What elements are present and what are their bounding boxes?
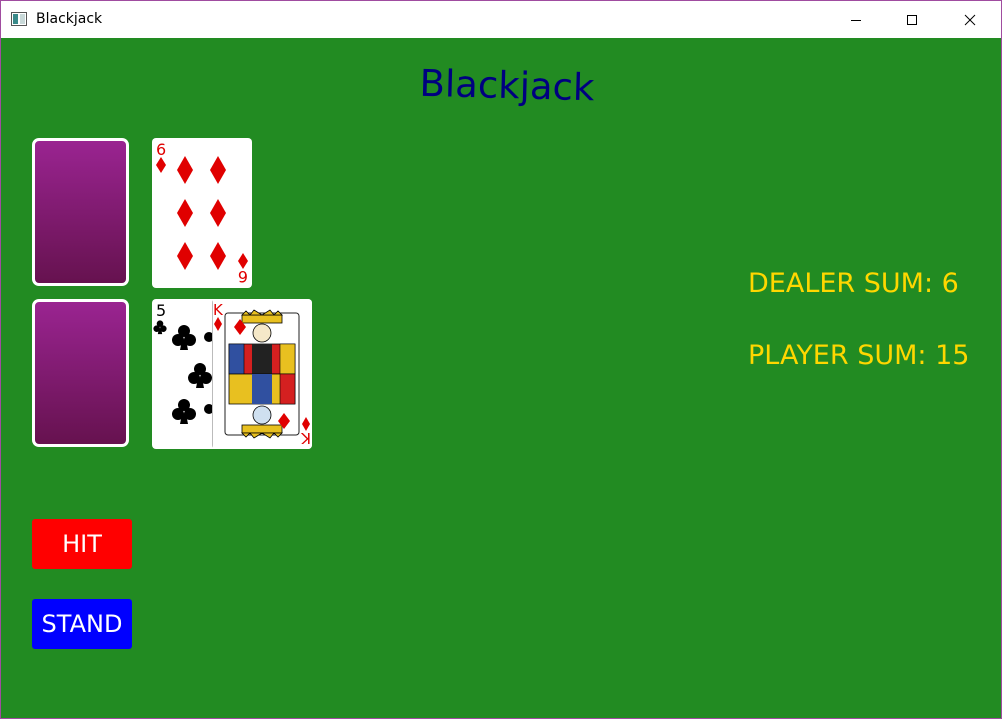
player-sum: PLAYER SUM: 15	[748, 340, 970, 371]
hit-button[interactable]: HIT	[32, 519, 132, 569]
stand-button[interactable]: STAND	[32, 599, 132, 649]
close-button[interactable]	[947, 1, 993, 38]
diamond-suit-icon: 6 6	[156, 140, 248, 286]
svg-text:6: 6	[156, 140, 166, 159]
game-table: Blackjack 6 6 5 K K DEALER SUM: 6 PLAYER…	[1, 38, 1001, 718]
dealer-card-six-of-diamonds: 6 6	[152, 138, 252, 288]
title-bar[interactable]: Blackjack	[1, 1, 1001, 38]
close-icon	[964, 14, 976, 25]
svg-text:5: 5	[156, 301, 166, 320]
svg-text:6: 6	[238, 267, 248, 286]
app-icon	[11, 12, 27, 26]
king-face-icon: K K	[212, 299, 312, 449]
maximize-button[interactable]	[889, 1, 935, 38]
maximize-icon	[907, 14, 917, 25]
svg-text:K: K	[213, 301, 224, 319]
app-window: Blackjack Blackjack 6 6 5 K K DEALER SUM…	[0, 0, 1002, 719]
window-title: Blackjack	[36, 11, 103, 27]
minimize-icon	[851, 19, 861, 21]
dealer-sum: DEALER SUM: 6	[748, 268, 959, 299]
dealer-hidden-card	[32, 138, 129, 286]
minimize-button[interactable]	[833, 1, 879, 38]
game-title: Blackjack	[419, 61, 595, 110]
svg-text:K: K	[300, 429, 311, 447]
player-card-king-of-diamonds: K K	[212, 299, 312, 449]
player-hidden-card	[32, 299, 129, 447]
